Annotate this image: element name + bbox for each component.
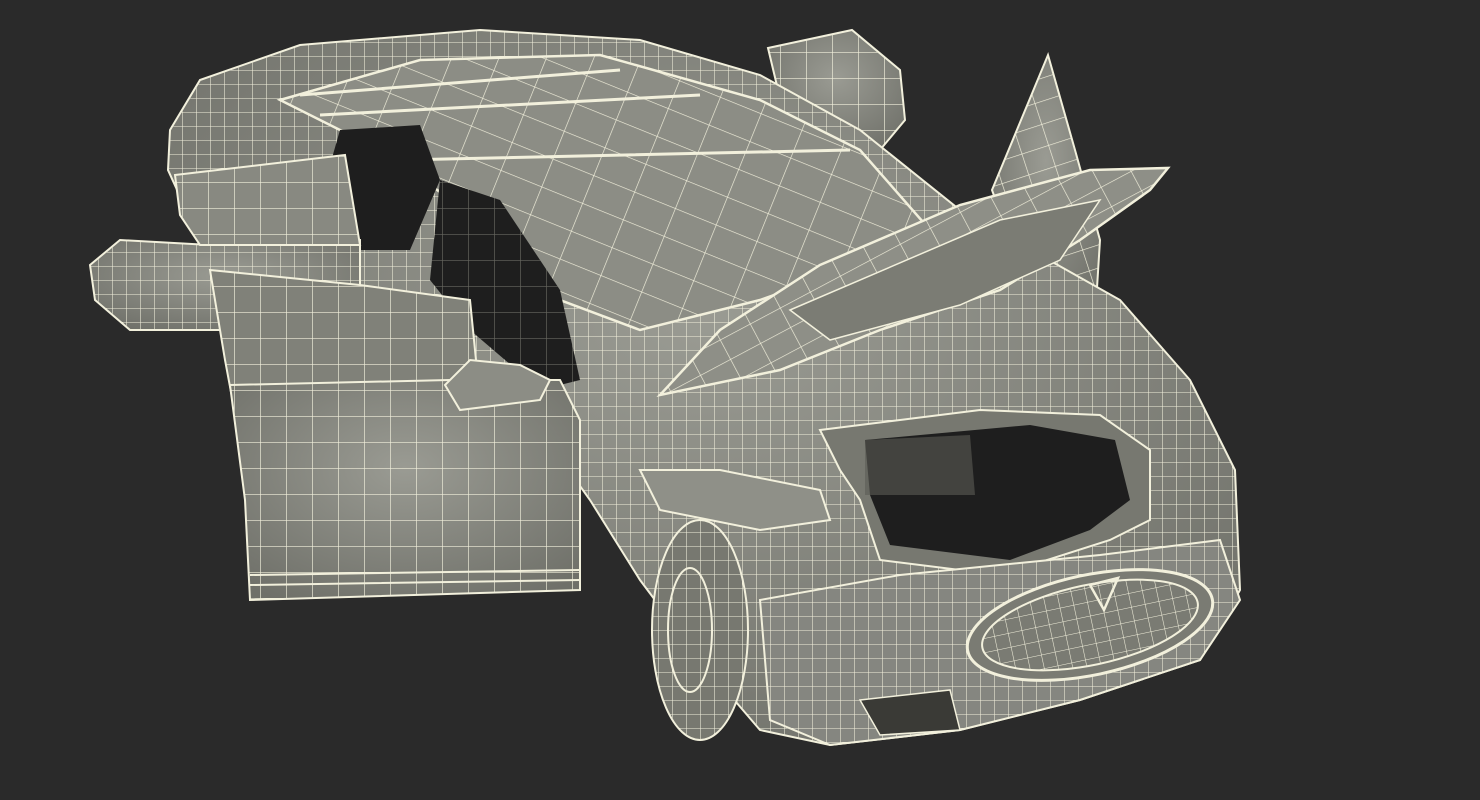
front-wheel bbox=[651, 519, 749, 741]
render-viewport bbox=[0, 0, 1480, 800]
car-wireframe-render bbox=[88, 28, 1242, 747]
front-door-open bbox=[228, 358, 581, 602]
